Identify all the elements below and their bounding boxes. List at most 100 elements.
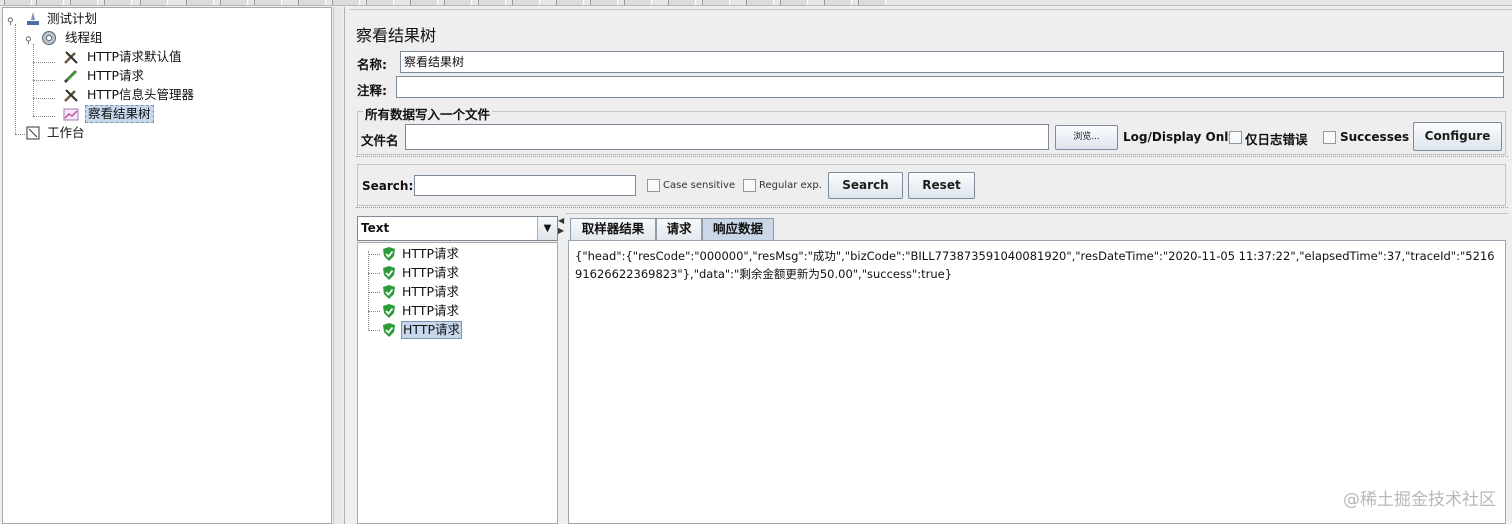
tab-sampler-result[interactable]: 取样器结果 — [570, 218, 656, 240]
test-plan-tree: ⚲ 测试计划 ⚲ 线程组 HTTP请求默认值 HTTP请求 HTTP信息头管理器 — [2, 7, 332, 524]
tree-item-label: 工作台 — [47, 125, 85, 140]
toolbar-button[interactable] — [444, 0, 472, 5]
search-button[interactable]: Search — [828, 172, 903, 199]
successes-checkbox[interactable] — [1323, 131, 1336, 144]
sample-result-item[interactable]: HTTP请求 — [368, 302, 488, 320]
tree-item-label: HTTP请求默认值 — [87, 49, 182, 64]
toolbar-button[interactable] — [254, 0, 282, 5]
toolbar-button[interactable] — [36, 0, 64, 5]
search-input[interactable] — [414, 175, 636, 196]
toolbar-button[interactable] — [140, 0, 168, 5]
filename-field[interactable] — [405, 124, 1049, 150]
toolbar-button[interactable] — [556, 0, 584, 5]
tree-item-workbench[interactable]: 工作台 — [25, 124, 145, 142]
splitter-handle[interactable] — [356, 156, 1508, 161]
regex-checkbox[interactable] — [743, 179, 756, 192]
tree-connector — [368, 330, 380, 331]
toolbar-button[interactable] — [824, 0, 852, 5]
toolbar-button[interactable] — [70, 0, 98, 5]
toolbar-button[interactable] — [478, 0, 506, 5]
tree-connector — [33, 98, 55, 99]
panel-title: 察看结果树 — [356, 26, 437, 45]
tree-item-http-request[interactable]: HTTP请求 — [63, 67, 183, 85]
toolbar-button[interactable] — [858, 0, 886, 5]
toolbar-button[interactable] — [746, 0, 774, 5]
workbench-icon — [26, 126, 40, 140]
sample-result-item-selected[interactable]: HTTP请求 — [368, 321, 488, 339]
errors-only-label: 仅日志错误 — [1245, 132, 1308, 147]
file-section-title: 所有数据写入一个文件 — [363, 104, 493, 123]
toolbar-button[interactable] — [780, 0, 808, 5]
sampler-pen-icon — [63, 69, 78, 84]
sample-result-item[interactable]: HTTP请求 — [368, 245, 488, 263]
divider — [566, 213, 1508, 214]
errors-only-checkbox[interactable] — [1229, 131, 1242, 144]
tree-item-http-defaults[interactable]: HTTP请求默认值 — [63, 48, 223, 66]
reset-button[interactable]: Reset — [908, 172, 975, 199]
sample-result-label: HTTP请求 — [402, 284, 459, 299]
thread-group-gear-icon — [42, 31, 56, 45]
response-data-area[interactable]: {"head":{"resCode":"000000","resMsg":"成功… — [568, 240, 1506, 524]
comment-label: 注释: — [357, 83, 387, 98]
sample-results-tree: HTTP请求 HTTP请求 HTTP请求 HTTP请求 HTTP请求 — [357, 242, 558, 524]
toolbar-button[interactable] — [298, 0, 326, 5]
tree-item-label: 测试计划 — [47, 11, 98, 26]
tree-connector — [33, 116, 55, 117]
configure-button[interactable]: Configure — [1413, 122, 1502, 151]
tree-connector — [15, 134, 25, 135]
tree-item-thread-group[interactable]: ⚲ 线程组 — [25, 29, 145, 47]
toolbar-button[interactable] — [512, 0, 540, 5]
successes-label: Successes — [1340, 130, 1410, 144]
comment-field[interactable] — [396, 76, 1504, 98]
toolbar-button[interactable] — [332, 0, 360, 5]
tree-expand-toggle-icon[interactable]: ⚲ — [25, 32, 32, 50]
vertical-splitter[interactable] — [333, 7, 343, 524]
splitter-arrows-icon[interactable]: ◀ ▶ — [558, 216, 566, 240]
sample-result-label: HTTP请求 — [402, 246, 459, 261]
tab-response-data[interactable]: 响应数据 — [702, 218, 774, 240]
browse-button[interactable]: 浏览... — [1055, 125, 1118, 150]
name-field[interactable]: 察看结果树 — [400, 51, 1504, 73]
toolbar-button[interactable] — [590, 0, 618, 5]
name-label: 名称: — [357, 57, 387, 72]
splitter-handle[interactable] — [356, 207, 1508, 212]
case-sensitive-checkbox[interactable] — [647, 179, 660, 192]
toolbar-button[interactable] — [220, 0, 248, 5]
filename-label: 文件名 — [361, 133, 399, 148]
regex-label: Regular exp. — [759, 180, 822, 191]
tree-item-header-manager[interactable]: HTTP信息头管理器 — [63, 86, 223, 104]
success-shield-icon — [383, 323, 395, 337]
toolbar-button[interactable] — [4, 0, 32, 5]
success-shield-icon — [383, 247, 395, 261]
sample-result-label: HTTP请求 — [401, 321, 462, 339]
toolbar — [0, 0, 1512, 6]
tree-item-view-results-tree[interactable]: 察看结果树 — [63, 105, 183, 123]
chevron-down-icon[interactable]: ▼ — [537, 217, 557, 240]
tree-connector — [368, 311, 380, 312]
renderer-select[interactable]: Text ▼ — [357, 216, 558, 241]
toolbar-button[interactable] — [366, 0, 394, 5]
tab-request[interactable]: 请求 — [656, 218, 702, 240]
toolbar-button[interactable] — [410, 0, 438, 5]
tree-connector — [15, 24, 16, 134]
tree-item-test-plan[interactable]: ⚲ 测试计划 — [7, 10, 127, 28]
divider — [350, 9, 1512, 10]
sample-result-item[interactable]: HTTP请求 — [368, 264, 488, 282]
response-text: {"head":{"resCode":"000000","resMsg":"成功… — [575, 249, 1495, 281]
toolbar-button[interactable] — [104, 0, 132, 5]
success-shield-icon — [383, 304, 395, 318]
toolbar-button[interactable] — [702, 0, 730, 5]
toolbar-button[interactable] — [668, 0, 696, 5]
tree-item-label: HTTP信息头管理器 — [87, 87, 194, 102]
log-display-label: Log/Display Only: — [1123, 130, 1241, 144]
tree-item-label: 察看结果树 — [85, 105, 154, 123]
tree-connector — [368, 254, 380, 255]
tree-item-label: HTTP请求 — [87, 68, 144, 83]
case-sensitive-label: Case sensitive — [663, 180, 736, 191]
tree-expand-toggle-icon[interactable]: ⚲ — [7, 13, 14, 31]
toolbar-button[interactable] — [186, 0, 214, 5]
toolbar-button[interactable] — [624, 0, 652, 5]
success-shield-icon — [383, 285, 395, 299]
search-label: Search: — [362, 179, 414, 193]
sample-result-item[interactable]: HTTP请求 — [368, 283, 488, 301]
